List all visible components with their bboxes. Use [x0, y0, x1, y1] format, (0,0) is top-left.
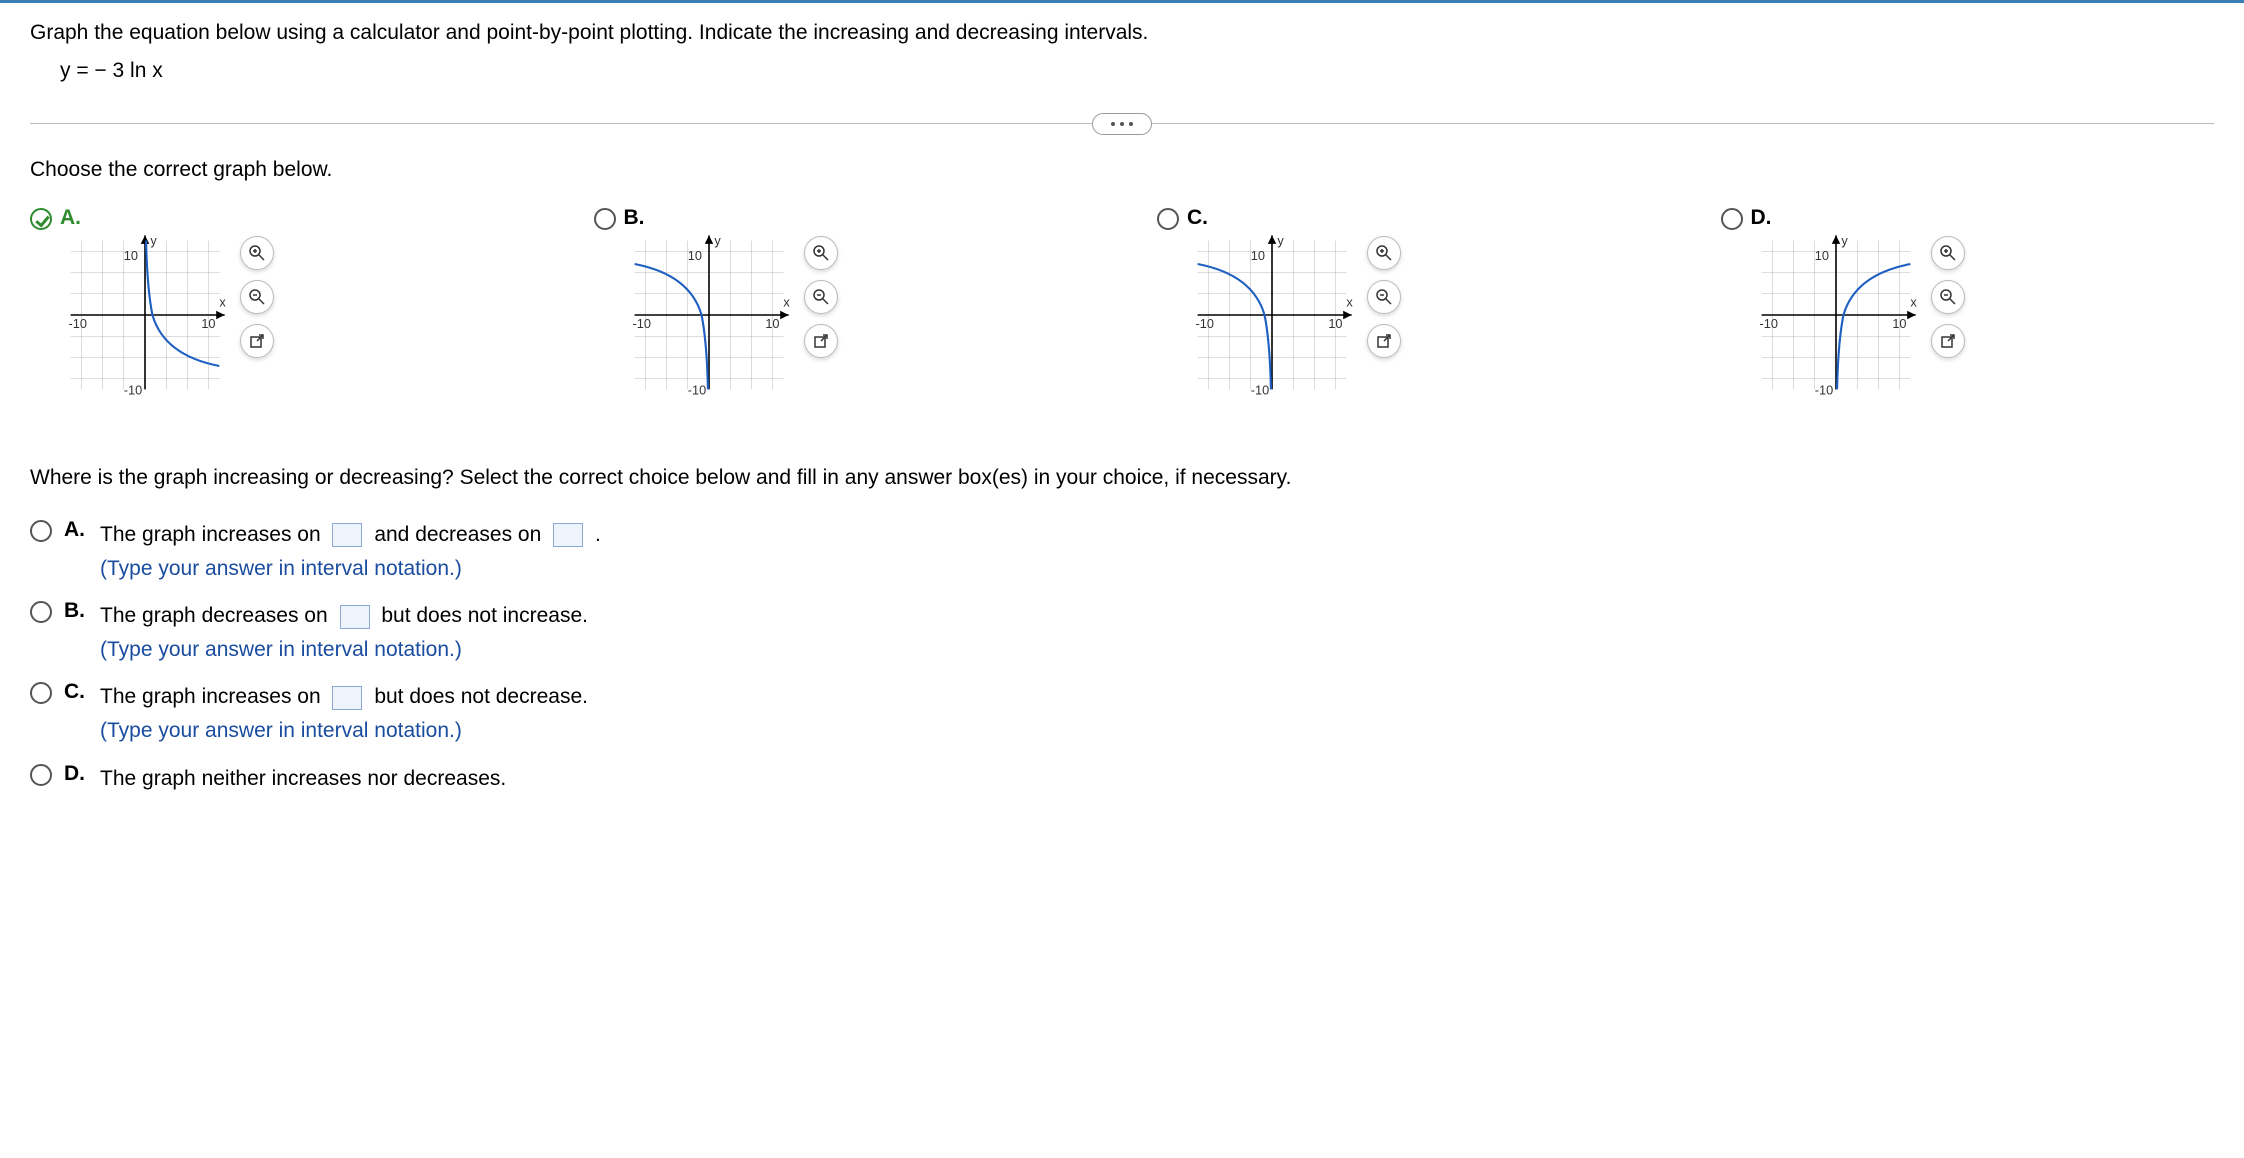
- popout-icon[interactable]: [1367, 324, 1401, 358]
- graph-b: y x 10 10 -10 -10: [624, 230, 794, 406]
- zoom-in-icon[interactable]: [1931, 236, 1965, 270]
- answer-d-letter: D.: [64, 762, 88, 786]
- svg-text:x: x: [219, 295, 226, 310]
- answer-c-note: (Type your answer in interval notation.): [100, 719, 462, 742]
- graph-d: y x 10 10 -10 -10: [1751, 230, 1921, 406]
- answer-b-letter: B.: [64, 599, 88, 623]
- answer-a-text-3: .: [595, 523, 601, 546]
- answer-b: B. The graph decreases on but does not i…: [30, 599, 2214, 666]
- answer-choices: A. The graph increases on and decreases …: [30, 518, 2214, 795]
- answer-c-text-1: The graph increases on: [100, 685, 321, 708]
- answer-c: C. The graph increases on but does not d…: [30, 680, 2214, 747]
- svg-text:y: y: [714, 233, 721, 248]
- zoom-in-icon[interactable]: [1367, 236, 1401, 270]
- answer-b-input-1[interactable]: [340, 605, 370, 629]
- answer-a-text-1: The graph increases on: [100, 523, 321, 546]
- answer-b-text-1: The graph decreases on: [100, 604, 328, 627]
- radio-answer-d[interactable]: [30, 764, 52, 786]
- graph-option-d: D. y x 10 10: [1721, 206, 2215, 406]
- graph-a: y x 10 10 -10 -10: [60, 230, 230, 406]
- radio-answer-a[interactable]: [30, 520, 52, 542]
- svg-text:y: y: [1841, 233, 1848, 248]
- equation-text: y = − 3 ln x: [60, 59, 2214, 83]
- zoom-out-icon[interactable]: [1367, 280, 1401, 314]
- svg-text:y: y: [1277, 233, 1284, 248]
- popout-icon[interactable]: [804, 324, 838, 358]
- expand-divider-button[interactable]: [1092, 113, 1152, 135]
- svg-text:-10: -10: [69, 316, 87, 331]
- answer-c-letter: C.: [64, 680, 88, 704]
- answer-a-input-1[interactable]: [332, 523, 362, 547]
- question-text: Graph the equation below using a calcula…: [30, 21, 2214, 45]
- svg-text:x: x: [783, 295, 790, 310]
- graph-options-row: A. y x 10 10: [30, 206, 2214, 406]
- zoom-out-icon[interactable]: [240, 280, 274, 314]
- zoom-in-icon[interactable]: [804, 236, 838, 270]
- section-divider: [30, 123, 2214, 124]
- zoom-in-icon[interactable]: [240, 236, 274, 270]
- zoom-out-icon[interactable]: [1931, 280, 1965, 314]
- option-a-label: A.: [60, 206, 274, 230]
- zoom-out-icon[interactable]: [804, 280, 838, 314]
- answer-b-text-2: but does not increase.: [381, 604, 588, 627]
- question-content: Graph the equation below using a calcula…: [0, 3, 2244, 835]
- svg-text:-10: -10: [124, 383, 142, 398]
- interval-prompt: Where is the graph increasing or decreas…: [30, 466, 2214, 490]
- answer-a-input-2[interactable]: [553, 523, 583, 547]
- answer-a: A. The graph increases on and decreases …: [30, 518, 2214, 585]
- graph-option-c: C. y x 10 10: [1157, 206, 1651, 406]
- answer-b-note: (Type your answer in interval notation.): [100, 638, 462, 661]
- svg-text:-10: -10: [1196, 316, 1214, 331]
- svg-text:x: x: [1910, 295, 1917, 310]
- svg-text:-10: -10: [632, 316, 650, 331]
- answer-d-text: The graph neither increases nor decrease…: [100, 767, 506, 790]
- svg-text:-10: -10: [1759, 316, 1777, 331]
- svg-text:-10: -10: [1251, 383, 1269, 398]
- radio-a-correct-icon[interactable]: [30, 208, 52, 230]
- option-c-label: C.: [1187, 206, 1401, 230]
- svg-text:-10: -10: [1814, 383, 1832, 398]
- graph-prompt: Choose the correct graph below.: [30, 158, 2214, 182]
- svg-text:y: y: [150, 233, 157, 248]
- svg-text:10: 10: [765, 316, 779, 331]
- answer-a-note: (Type your answer in interval notation.): [100, 557, 462, 580]
- graph-option-b: B. y x 10 10: [594, 206, 1088, 406]
- svg-text:10: 10: [1251, 248, 1265, 263]
- radio-answer-c[interactable]: [30, 682, 52, 704]
- option-b-label: B.: [624, 206, 838, 230]
- radio-b[interactable]: [594, 208, 616, 230]
- answer-c-input-1[interactable]: [332, 686, 362, 710]
- radio-c[interactable]: [1157, 208, 1179, 230]
- popout-icon[interactable]: [1931, 324, 1965, 358]
- popout-icon[interactable]: [240, 324, 274, 358]
- svg-text:10: 10: [201, 316, 215, 331]
- svg-text:x: x: [1346, 295, 1353, 310]
- answer-c-text-2: but does not decrease.: [374, 685, 588, 708]
- answer-d: D. The graph neither increases nor decre…: [30, 762, 2214, 796]
- graph-c: y x 10 10 -10 -10: [1187, 230, 1357, 406]
- radio-d[interactable]: [1721, 208, 1743, 230]
- svg-text:-10: -10: [687, 383, 705, 398]
- svg-text:10: 10: [1328, 316, 1342, 331]
- svg-text:10: 10: [687, 248, 701, 263]
- answer-a-letter: A.: [64, 518, 88, 542]
- answer-a-text-2: and decreases on: [374, 523, 541, 546]
- svg-text:10: 10: [1892, 316, 1906, 331]
- radio-answer-b[interactable]: [30, 601, 52, 623]
- graph-option-a: A. y x 10 10: [30, 206, 524, 406]
- option-d-label: D.: [1751, 206, 1965, 230]
- svg-text:10: 10: [124, 248, 138, 263]
- svg-text:10: 10: [1814, 248, 1828, 263]
